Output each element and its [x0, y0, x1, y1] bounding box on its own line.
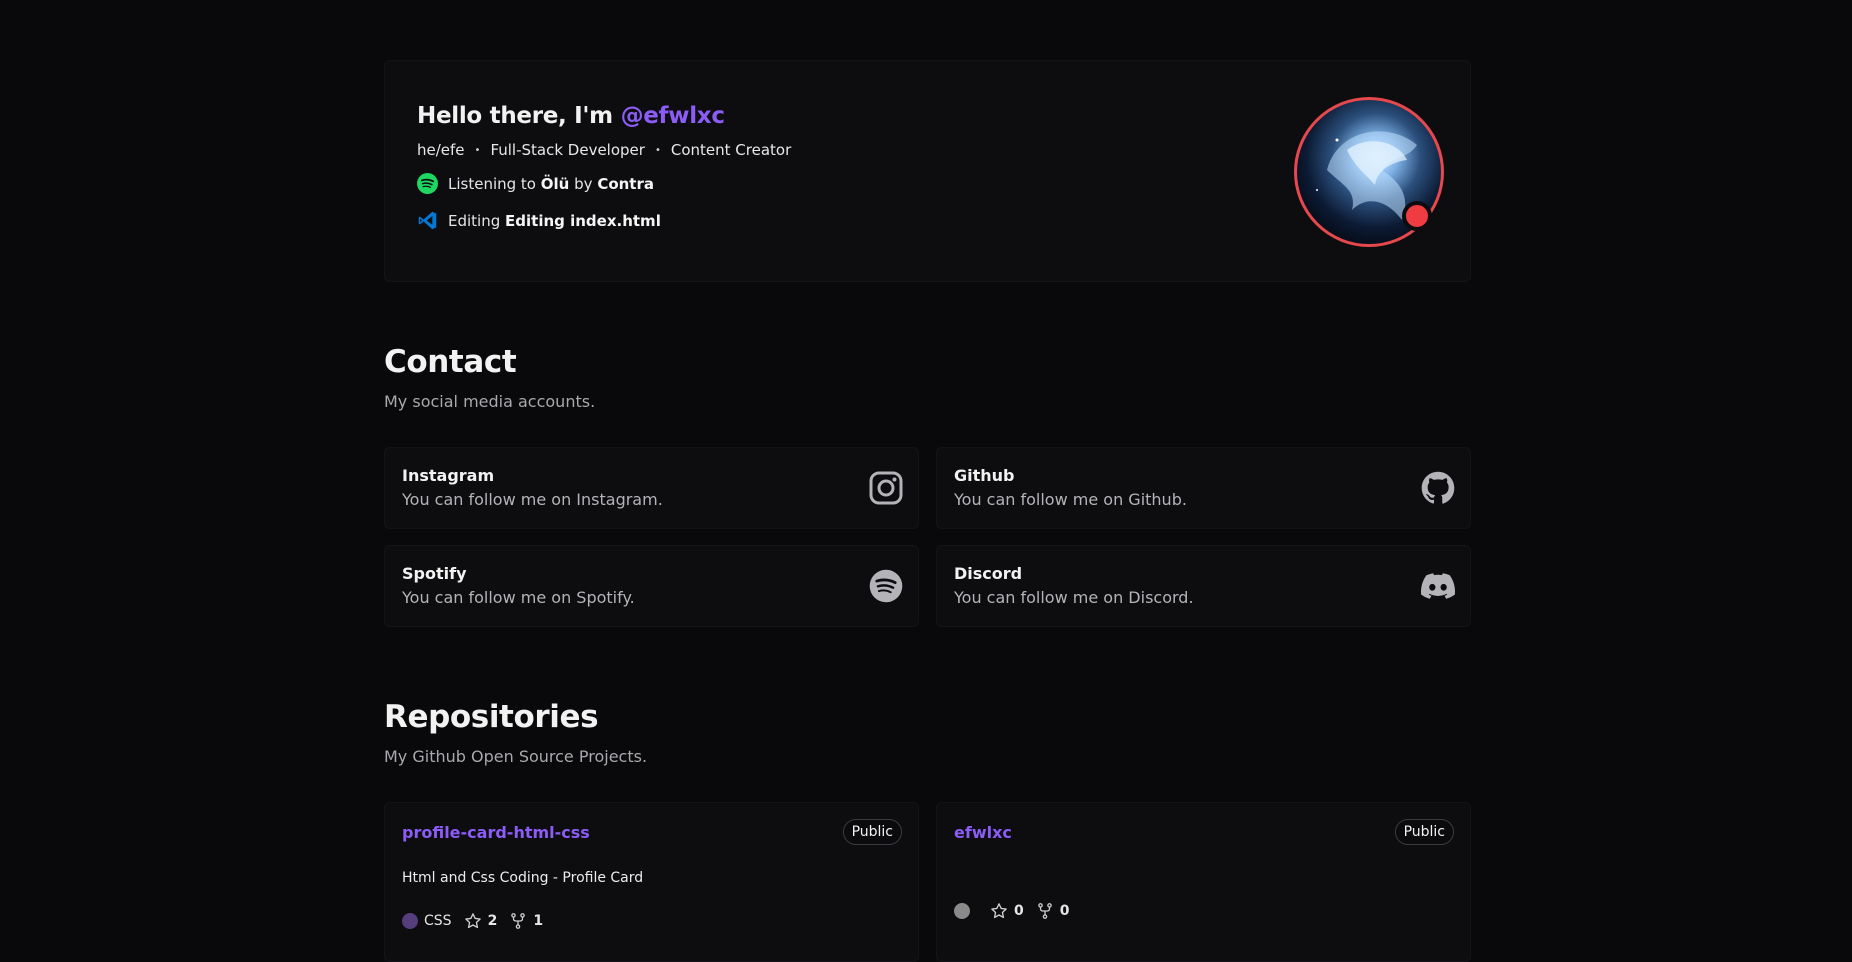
spotify-artist: Contra — [597, 174, 654, 193]
card-description: You can follow me on Discord. — [954, 588, 1194, 607]
stars-count: 2 — [487, 913, 498, 929]
hero-handle[interactable]: @efwlxc — [621, 103, 725, 129]
language-label: CSS — [424, 913, 452, 929]
editor-prefix: Editing — [448, 211, 501, 230]
contact-card-instagram[interactable]: Instagram You can follow me on Instagram… — [384, 447, 919, 529]
spotify-icon — [869, 569, 903, 603]
contact-grid: Instagram You can follow me on Instagram… — [384, 447, 1471, 627]
repo-forks: 1 — [509, 912, 543, 930]
repositories-description: My Github Open Source Projects. — [384, 747, 648, 766]
star-icon — [991, 903, 1007, 919]
github-icon — [1421, 471, 1455, 504]
stars-count: 0 — [1014, 903, 1024, 919]
separator-dot: • — [474, 144, 481, 156]
visibility-badge: Public — [842, 819, 902, 845]
contact-description: My social media accounts. — [384, 392, 596, 411]
card-title: Spotify — [402, 564, 467, 583]
card-title: Discord — [954, 564, 1023, 583]
contact-card-spotify[interactable]: Spotify You can follow me on Spotify. — [384, 545, 919, 627]
repo-card[interactable]: profile-card-html-css Public Html and Cs… — [384, 802, 919, 962]
repo-stars: 2 — [464, 912, 498, 930]
spotify-prefix: Listening to — [448, 174, 536, 193]
fork-icon — [511, 913, 526, 929]
page-container: Hello there, I'm @efwlxc he/efe • Full-S… — [384, 60, 1471, 962]
instagram-icon — [869, 471, 903, 505]
card-title: Instagram — [402, 466, 495, 485]
repositories-title: Repositories — [384, 699, 599, 735]
repo-language — [954, 903, 970, 919]
status-indicator — [1402, 201, 1432, 231]
contact-title: Contact — [384, 344, 517, 380]
avatar-container — [1294, 97, 1444, 247]
contact-section: Contact My social media accounts. Instag… — [384, 344, 1471, 627]
repo-language: CSS — [402, 913, 452, 929]
spotify-by: by — [574, 174, 593, 193]
separator-dot: • — [654, 144, 661, 156]
repositories-section: Repositories My Github Open Source Proje… — [384, 699, 1471, 962]
editor-file: Editing index.html — [505, 211, 661, 230]
role-developer: Full-Stack Developer — [490, 141, 645, 159]
visibility-badge: Public — [1394, 819, 1454, 845]
language-color-dot — [954, 903, 970, 919]
spotify-activity-text: Listening to Ölü by Contra — [448, 175, 654, 193]
profile-hero-card: Hello there, I'm @efwlxc he/efe • Full-S… — [384, 60, 1471, 282]
contact-card-github[interactable]: Github You can follow me on Github. — [936, 447, 1471, 529]
repo-meta: 0 0 — [954, 902, 1453, 920]
contact-card-discord[interactable]: Discord You can follow me on Discord. — [936, 545, 1471, 627]
repo-name-link[interactable]: efwlxc — [954, 823, 1453, 842]
card-description: You can follow me on Github. — [954, 490, 1187, 509]
vscode-icon — [418, 211, 437, 230]
editor-activity-text: Editing Editing index.html — [448, 212, 661, 230]
spotify-icon — [417, 173, 438, 194]
forks-count: 1 — [533, 913, 544, 929]
fork-icon — [1037, 903, 1052, 919]
spotify-song: Ölü — [540, 174, 570, 193]
repositories-grid: profile-card-html-css Public Html and Cs… — [384, 802, 1471, 962]
repo-description: Html and Css Coding - Profile Card — [402, 870, 644, 886]
forks-count: 0 — [1059, 903, 1070, 919]
card-description: You can follow me on Instagram. — [402, 490, 663, 509]
pronouns: he/efe — [417, 141, 465, 159]
card-description: You can follow me on Spotify. — [402, 588, 635, 607]
repo-card[interactable]: efwlxc Public 0 0 — [936, 802, 1471, 962]
repo-stars: 0 — [990, 902, 1024, 920]
repo-forks: 0 — [1036, 902, 1070, 920]
repo-name-link[interactable]: profile-card-html-css — [402, 823, 901, 842]
repo-meta: CSS 2 1 — [402, 912, 901, 930]
hero-greeting: Hello there, I'm — [417, 103, 621, 129]
role-creator: Content Creator — [670, 141, 792, 159]
card-title: Github — [954, 466, 1015, 485]
star-icon — [464, 913, 481, 929]
discord-icon — [1421, 573, 1455, 599]
language-color-dot — [402, 913, 418, 929]
